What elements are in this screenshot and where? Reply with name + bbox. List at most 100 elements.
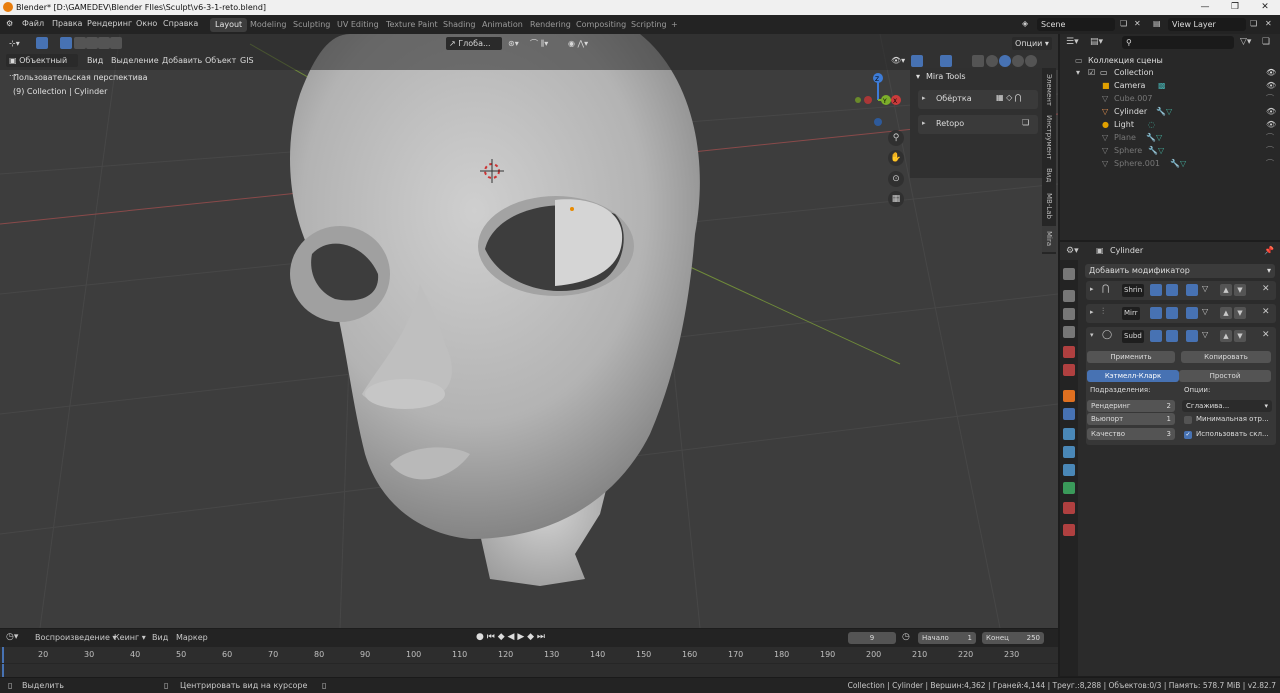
texture-tab-icon[interactable]	[1063, 524, 1075, 536]
shading-rendered-icon[interactable]	[1025, 55, 1037, 67]
render-levels-field[interactable]: Рендеринг 2	[1087, 400, 1175, 412]
close-icon[interactable]: ✕	[1262, 284, 1270, 294]
eye-icon[interactable]: 👁	[1266, 79, 1276, 92]
close-icon[interactable]: ✕	[1262, 330, 1270, 340]
eye-closed-icon[interactable]: ⌒	[1266, 144, 1274, 157]
eye-icon[interactable]: 👁	[1266, 118, 1276, 131]
menu-render[interactable]: Рендеринг	[87, 19, 132, 28]
list-item[interactable]: ▽ Sphere.001 🔧▽ ⌒	[1060, 157, 1280, 170]
eye-icon[interactable]: 👁	[1266, 105, 1276, 118]
outliner-search-input[interactable]: ⚲	[1122, 36, 1234, 49]
proportional-icon[interactable]: ◉ ⋀▾	[565, 37, 591, 50]
editmode-toggle-icon[interactable]	[1186, 284, 1198, 296]
menu-gis[interactable]: GIS	[237, 54, 257, 67]
pivot-icon[interactable]: ⊛▾	[505, 37, 522, 50]
orientation-dropdown[interactable]: ↗ Глоба...	[446, 37, 502, 50]
display-toggle-icon[interactable]	[1166, 307, 1178, 319]
tab-rendering[interactable]: Rendering	[525, 18, 576, 32]
material-tab-icon[interactable]	[1063, 502, 1075, 514]
menu-window[interactable]: Окно	[136, 19, 157, 28]
expand-icon[interactable]: ▸	[922, 119, 926, 127]
xray-toggle-icon[interactable]	[972, 55, 984, 67]
clock-icon[interactable]: ◷	[902, 632, 910, 642]
menu-view[interactable]: Вид	[84, 54, 106, 67]
play-reverse-icon[interactable]: ◀	[508, 632, 515, 642]
list-item[interactable]: ▾ ☑ ▭ Collection 👁	[1060, 66, 1280, 79]
expand-icon[interactable]: ▾	[1076, 66, 1080, 79]
particles-tab-icon[interactable]	[1063, 428, 1075, 440]
select-subtract-icon[interactable]	[86, 37, 98, 49]
timeline-editor-icon[interactable]: ◷▾	[6, 632, 18, 642]
filter-icon[interactable]: ▽▾	[1240, 37, 1251, 47]
view-layer-tab-icon[interactable]	[1063, 326, 1075, 338]
end-frame-field[interactable]: Конец 250	[982, 632, 1044, 644]
menu-add[interactable]: Добавить	[159, 54, 205, 67]
shading-wireframe-icon[interactable]	[986, 55, 998, 67]
constraints-tab-icon[interactable]	[1063, 464, 1075, 476]
tab-shading[interactable]: Shading	[438, 18, 481, 32]
prev-key-icon[interactable]: ◆	[498, 632, 505, 642]
render-tab-icon[interactable]	[1063, 290, 1075, 302]
tab-item[interactable]: Элемент	[1042, 70, 1056, 110]
jump-start-icon[interactable]: ⏮	[487, 632, 495, 642]
display-toggle-icon[interactable]	[1166, 284, 1178, 296]
uv-smooth-dropdown[interactable]: Сглажива... ▾	[1182, 400, 1272, 412]
minimize-button[interactable]: —	[1190, 0, 1220, 15]
play-icon[interactable]: ▶	[517, 632, 524, 642]
tab-sculpting[interactable]: Sculpting	[288, 18, 335, 32]
navigation-gizmo[interactable]: Z Y X	[848, 72, 908, 128]
camera-icon[interactable]: ⊙	[888, 171, 904, 187]
move-up-button[interactable]: ▲	[1220, 284, 1232, 296]
checkbox-icon[interactable]: ☑	[1088, 66, 1095, 79]
grid-icon[interactable]: ▦	[888, 191, 904, 207]
cage-toggle-icon[interactable]: ▽	[1202, 284, 1208, 293]
tab-texture-paint[interactable]: Texture Paint	[381, 18, 443, 32]
mode-dropdown[interactable]: ▣ Объектный ...	[6, 54, 78, 78]
tool-tab-icon[interactable]	[1063, 268, 1075, 280]
properties-editor-icon[interactable]: ⚙▾	[1066, 246, 1079, 256]
object-tab-icon[interactable]	[1063, 390, 1075, 402]
move-up-button[interactable]: ▲	[1220, 307, 1232, 319]
playhead[interactable]	[2, 647, 4, 677]
close-window-button[interactable]: ✕	[1250, 0, 1280, 15]
eye-closed-icon[interactable]: ⌒	[1266, 157, 1274, 170]
select-extend-icon[interactable]	[74, 37, 86, 49]
panel-collapse-icon[interactable]: ▾	[916, 72, 920, 81]
3d-viewport[interactable]: ⊹▾ ↗ Глоба... ⊛▾ ⌒ ⫼▾ ◉ ⋀▾ Опции ▾ ▣ Объ…	[0, 34, 1058, 628]
list-item[interactable]: ▽ Plane 🔧▽ ⌒	[1060, 131, 1280, 144]
tab-modeling[interactable]: Modeling	[245, 18, 291, 32]
scene-field[interactable]: Scene	[1037, 18, 1115, 31]
new-view-layer-icon[interactable]: ❏	[1250, 19, 1257, 28]
outliner-editor-icon[interactable]: ☰▾	[1066, 37, 1079, 47]
retopo-row[interactable]: ▸ Retopo ❏	[918, 115, 1038, 134]
new-collection-icon[interactable]: ❏	[1262, 37, 1270, 47]
expand-icon[interactable]: ▸	[922, 94, 926, 102]
timeline-view-menu[interactable]: Вид	[152, 633, 168, 642]
camera-toggle-icon[interactable]	[1150, 284, 1162, 296]
expand-icon[interactable]: ▸	[1090, 308, 1094, 316]
tab-mblab[interactable]: MB-Lab	[1042, 188, 1056, 224]
menu-file[interactable]: Файл	[22, 19, 44, 28]
editmode-toggle-icon[interactable]	[1186, 330, 1198, 342]
menu-edit[interactable]: Правка	[52, 19, 82, 28]
move-up-button[interactable]: ▲	[1220, 330, 1232, 342]
add-modifier-dropdown[interactable]: Добавить модификатор ▾	[1085, 264, 1275, 278]
snap-icon[interactable]: ⌒ ⫼▾	[527, 37, 551, 50]
add-workspace-button[interactable]: +	[666, 18, 683, 32]
list-item[interactable]: ■ Camera ▩ 👁	[1060, 79, 1280, 92]
select-invert-icon[interactable]	[98, 37, 110, 49]
collapse-icon[interactable]: ▾	[1090, 331, 1094, 339]
visibility-icon[interactable]: 👁▾	[888, 54, 908, 67]
tab-uv-editing[interactable]: UV Editing	[332, 18, 384, 32]
marker-menu[interactable]: Маркер	[176, 633, 208, 642]
list-item[interactable]: ▽ Cylinder 🔧▽ 👁	[1060, 105, 1280, 118]
menu-help[interactable]: Справка	[163, 19, 198, 28]
maximize-button[interactable]: ❐	[1220, 0, 1250, 15]
record-icon[interactable]: ●	[476, 632, 484, 642]
camera-toggle-icon[interactable]	[1150, 330, 1162, 342]
display-mode-icon[interactable]: ▤▾	[1090, 37, 1103, 47]
menu-object[interactable]: Объект	[202, 54, 239, 67]
wrap-tools-icon[interactable]: ▦ ◇ ⋂	[996, 93, 1021, 102]
view-layer-field[interactable]: View Layer	[1168, 18, 1246, 31]
tab-tool[interactable]: Инструмент	[1042, 112, 1056, 162]
